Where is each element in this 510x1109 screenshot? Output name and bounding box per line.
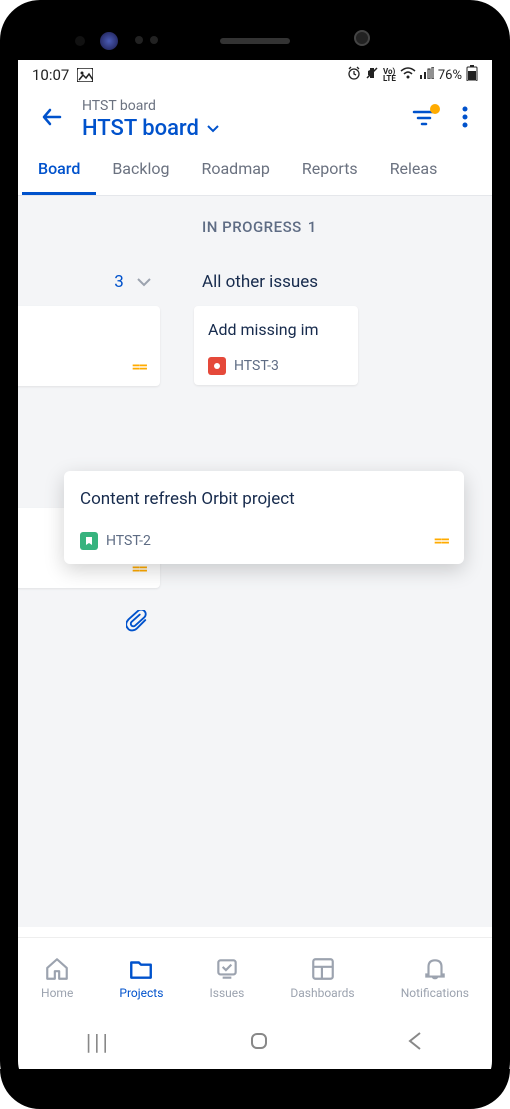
volte-icon: Vo)LTE bbox=[383, 68, 396, 82]
nav-issues[interactable]: Issues bbox=[209, 956, 244, 1000]
issue-key: HTST-2 bbox=[106, 533, 151, 549]
nav-home[interactable]: Home bbox=[41, 956, 73, 1000]
priority-medium-icon: == bbox=[434, 531, 448, 550]
nav-dashboards[interactable]: Dashboards bbox=[290, 956, 354, 1000]
tab-releases[interactable]: Releas bbox=[374, 145, 454, 195]
bell-icon bbox=[422, 956, 448, 982]
priority-medium-icon: == bbox=[132, 357, 146, 376]
card-title: Add missing im bbox=[208, 320, 344, 339]
nav-label: Projects bbox=[119, 986, 163, 1000]
nav-notifications[interactable]: Notifications bbox=[401, 956, 469, 1000]
board-title-dropdown[interactable]: HTST board bbox=[82, 116, 396, 141]
status-bar: 10:07 Vo)LTE 76% bbox=[18, 60, 492, 90]
dashboard-icon bbox=[310, 956, 336, 982]
back-button[interactable] bbox=[32, 99, 72, 140]
column-title: IN PROGRESS bbox=[202, 218, 302, 236]
chevron-down-icon bbox=[136, 272, 152, 292]
column-header bbox=[18, 196, 168, 258]
picture-icon bbox=[77, 68, 93, 82]
tab-backlog[interactable]: Backlog bbox=[96, 145, 185, 195]
android-nav-bar: ||| bbox=[18, 1017, 492, 1069]
nav-label: Dashboards bbox=[290, 986, 354, 1000]
nav-projects[interactable]: Projects bbox=[119, 956, 163, 1000]
issues-icon bbox=[214, 956, 240, 982]
board-title-text: HTST board bbox=[82, 116, 199, 141]
issue-key: HTST-3 bbox=[234, 358, 279, 374]
bottom-nav: Home Projects Issues Dashboards Notifica… bbox=[18, 937, 492, 1017]
board-area[interactable]: ues 3 anding page == itz for Q3 bbox=[18, 196, 492, 927]
wifi-icon bbox=[400, 67, 416, 83]
battery-icon bbox=[466, 65, 478, 85]
column-header: IN PROGRESS 1 bbox=[186, 196, 366, 258]
battery-percent: 76% bbox=[438, 68, 462, 83]
story-icon bbox=[80, 532, 98, 550]
home-icon bbox=[44, 956, 70, 982]
folder-icon bbox=[128, 956, 154, 982]
android-back-button[interactable] bbox=[406, 1029, 424, 1057]
tab-roadmap[interactable]: Roadmap bbox=[185, 145, 285, 195]
column-count: 1 bbox=[308, 218, 317, 236]
card-title: Content refresh Orbit project bbox=[80, 489, 448, 509]
swimlane-count: 3 bbox=[114, 272, 124, 292]
tab-reports[interactable]: Reports bbox=[286, 145, 374, 195]
tabs: Board Backlog Roadmap Reports Releas bbox=[18, 145, 492, 196]
android-home-button[interactable] bbox=[247, 1029, 271, 1057]
filter-indicator-dot bbox=[430, 104, 440, 114]
dragging-issue-card[interactable]: Content refresh Orbit project HTST-2 == bbox=[64, 471, 464, 564]
attachment-icon[interactable] bbox=[126, 610, 148, 636]
card-title: anding page bbox=[18, 320, 146, 339]
nav-label: Issues bbox=[209, 986, 244, 1000]
nav-label: Notifications bbox=[401, 986, 469, 1000]
signal-icon bbox=[420, 67, 434, 83]
issue-card[interactable]: anding page == bbox=[18, 306, 160, 386]
alarm-icon bbox=[347, 66, 361, 84]
swimlane-header[interactable]: All other issues bbox=[186, 258, 366, 306]
tab-board[interactable]: Board bbox=[22, 145, 96, 195]
status-time: 10:07 bbox=[32, 66, 69, 84]
more-menu-button[interactable] bbox=[452, 100, 478, 140]
app-header: HTST board HTST board bbox=[18, 90, 492, 145]
filter-button[interactable] bbox=[406, 102, 442, 138]
swimlane-label: All other issues bbox=[202, 272, 318, 292]
chevron-down-icon bbox=[207, 125, 219, 133]
breadcrumb: HTST board bbox=[82, 98, 396, 114]
android-recent-button[interactable]: ||| bbox=[86, 1031, 111, 1056]
mute-icon bbox=[365, 66, 379, 84]
bug-icon bbox=[208, 357, 226, 375]
swimlane-header[interactable]: ues 3 bbox=[18, 258, 168, 306]
nav-label: Home bbox=[41, 986, 73, 1000]
issue-card[interactable]: Add missing im HTST-3 bbox=[194, 306, 358, 385]
